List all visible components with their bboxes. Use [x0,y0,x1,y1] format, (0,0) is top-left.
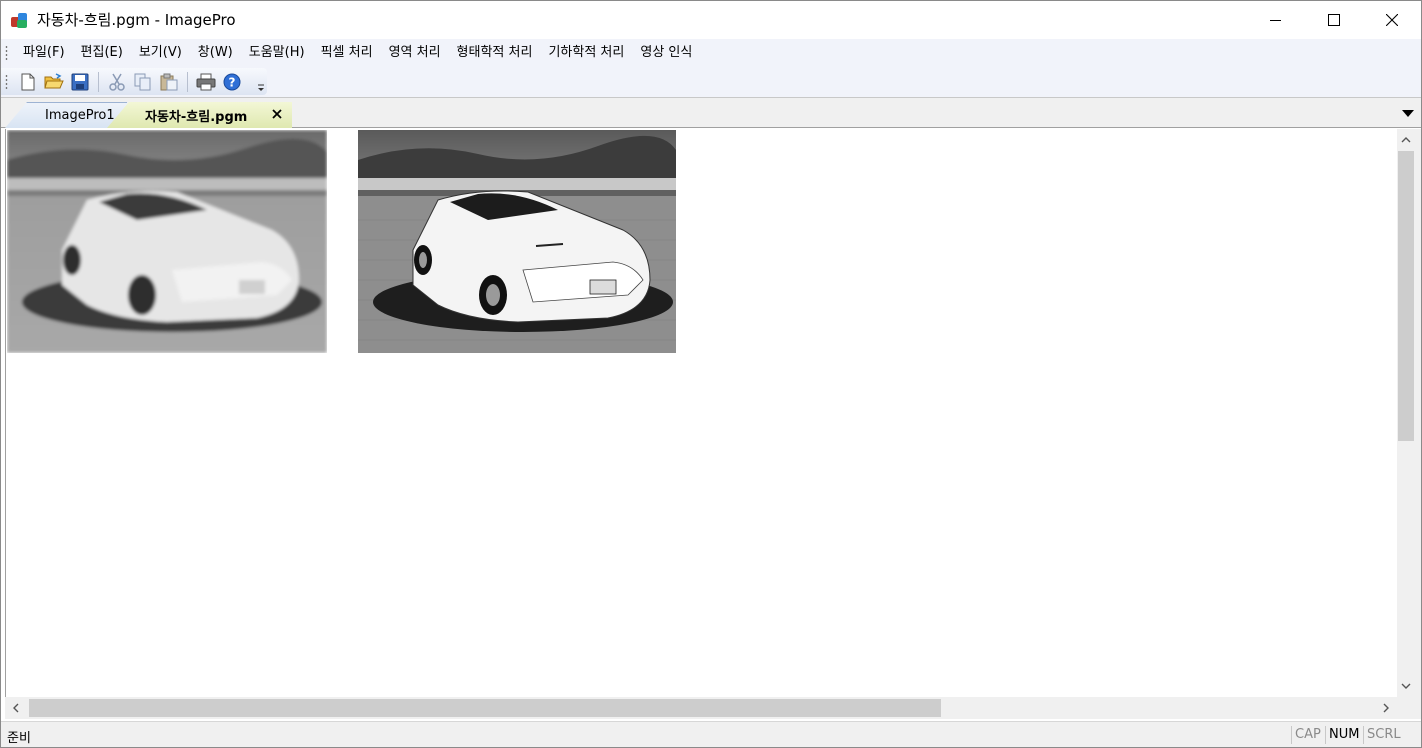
paste-button[interactable] [157,70,181,94]
processed-image[interactable] [358,130,676,353]
window-controls [1247,1,1421,38]
document-view[interactable] [5,129,1397,697]
scroll-down-button[interactable] [1397,677,1415,695]
svg-text:?: ? [229,75,236,89]
menu-bar: 파일(F) 편집(E) 보기(V) 창(W) 도움말(H) 픽셀 처리 영역 처… [1,39,1421,66]
tab-list-dropdown[interactable] [1401,108,1415,118]
menu-edit[interactable]: 편집(E) [73,39,131,66]
horizontal-scroll-thumb[interactable] [29,699,941,717]
tab-label: ImagePro1 [45,108,115,123]
print-button[interactable] [194,70,218,94]
cut-icon [109,73,125,91]
blurred-car-image [7,130,327,353]
overflow-chevron-icon [257,84,264,91]
chevron-down-icon [1401,683,1411,689]
menu-recognition[interactable]: 영상 인식 [632,39,700,66]
status-bar: 준비 CAP NUM SCRL [1,721,1421,747]
scroll-lock-indicator: SCRL [1367,727,1401,742]
close-icon [272,109,282,119]
new-file-icon [21,73,35,90]
cut-button[interactable] [105,70,129,94]
chevron-up-icon [1401,137,1411,143]
tab-car-blurred[interactable]: 자동차-흐림.pgm [107,102,292,128]
toolbar-grip[interactable] [5,73,8,90]
toolbar-separator [187,71,188,92]
close-button[interactable] [1363,1,1421,38]
app-icon[interactable] [11,11,29,29]
frame-border [1415,129,1421,719]
chevron-left-icon [13,703,19,713]
copy-icon [134,73,151,90]
tab-label: 자동차-흐림.pgm [145,109,248,125]
menu-help[interactable]: 도움말(H) [241,39,313,66]
print-icon [196,73,216,90]
caps-lock-indicator: CAP [1295,727,1321,742]
title-bar[interactable]: 자동차-흐림.pgm - ImagePro [1,1,1421,38]
minimize-button[interactable] [1247,1,1305,38]
toolbar: ? [1,68,267,95]
status-separator [1291,726,1292,744]
menu-view[interactable]: 보기(V) [131,39,190,66]
menu-area-processing[interactable]: 영역 처리 [381,39,449,66]
paste-icon [160,73,178,90]
original-image[interactable] [7,130,327,353]
horizontal-scrollbar[interactable] [5,697,1397,719]
maximize-icon [1328,13,1340,26]
chevron-down-icon [1402,109,1414,117]
status-message: 준비 [7,731,31,746]
save-icon [71,73,89,90]
copy-button[interactable] [131,70,155,94]
open-folder-icon [44,72,64,88]
open-button[interactable] [42,70,66,94]
scroll-up-button[interactable] [1397,131,1415,149]
window-title: 자동차-흐림.pgm - ImagePro [37,11,236,29]
scroll-right-button[interactable] [1377,697,1395,719]
menu-file[interactable]: 파일(F) [15,39,73,66]
menu-grip[interactable] [5,44,8,61]
tab-close-button[interactable] [270,107,284,121]
document-tab-strip: ImagePro1 자동차-흐림.pgm [1,97,1421,128]
menu-geometry[interactable]: 기하학적 처리 [540,39,632,66]
toolbar-row: ? [1,66,1421,97]
close-icon [1386,13,1398,26]
menu-pixel-processing[interactable]: 픽셀 처리 [313,39,381,66]
menu-morphology[interactable]: 형태학적 처리 [449,39,541,66]
chevron-right-icon [1383,703,1389,713]
save-button[interactable] [68,70,92,94]
help-button[interactable]: ? [220,70,244,94]
tab-imagepro1[interactable]: ImagePro1 [5,102,127,128]
scrollbar-corner [1397,697,1415,719]
scroll-left-button[interactable] [7,697,25,719]
help-icon: ? [223,73,241,90]
minimize-icon [1270,19,1281,21]
vertical-scrollbar[interactable] [1397,129,1415,697]
num-lock-indicator: NUM [1329,727,1360,742]
menu-window[interactable]: 창(W) [190,39,241,66]
toolbar-overflow-button[interactable] [256,72,265,92]
vertical-scroll-thumb[interactable] [1398,151,1414,441]
app-window: 자동차-흐림.pgm - ImagePro 파일(F) 편집(E) 보기(V) … [0,0,1422,748]
new-file-button[interactable] [16,70,40,94]
status-separator [1325,726,1326,744]
maximize-button[interactable] [1305,1,1363,38]
sharpened-car-image [358,130,676,353]
status-separator [1363,726,1364,744]
toolbar-separator [98,71,99,92]
